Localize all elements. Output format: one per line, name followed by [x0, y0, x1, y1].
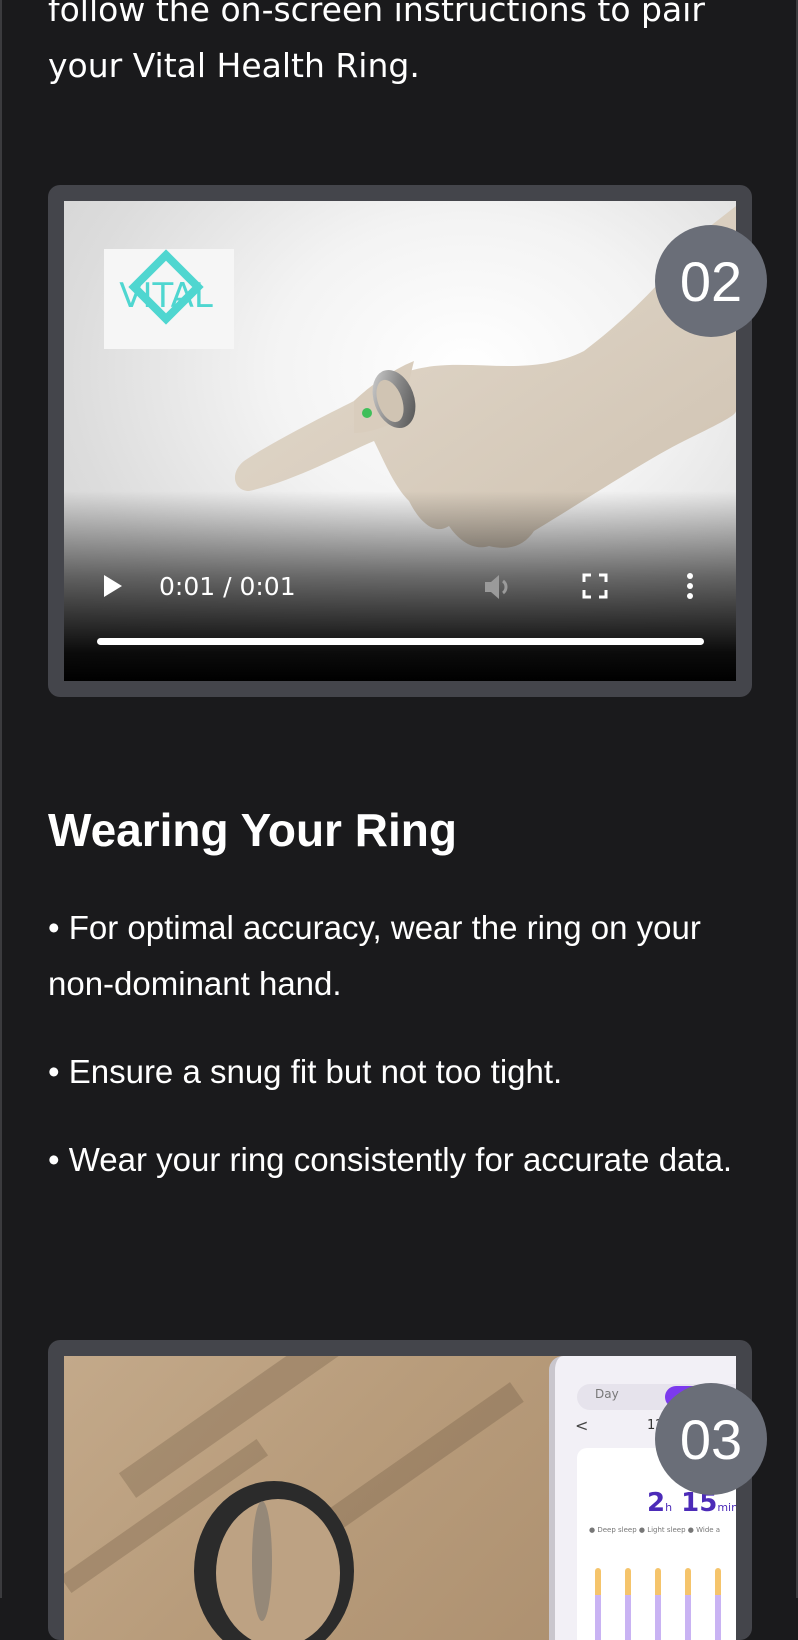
sleep-legend: ● Deep sleep ● Light sleep ● Wide a	[589, 1526, 721, 1534]
tip-item: • Ensure a snug fit but not too tight.	[48, 1053, 563, 1090]
vital-logo-text: VITAL	[119, 276, 213, 316]
more-options-icon[interactable]	[684, 571, 696, 601]
frame-border-left	[0, 0, 2, 1598]
step-number-badge: 03	[655, 1383, 767, 1495]
tab-day: Day	[595, 1387, 619, 1401]
sleep-bar	[685, 1568, 691, 1640]
sleep-hours: 2	[647, 1488, 666, 1518]
tip-item: • For optimal accuracy, wear the ring on…	[48, 909, 701, 1002]
wearing-tips-list: • For optimal accuracy, wear the ring on…	[48, 900, 760, 1220]
step-number-badge: 02	[655, 225, 767, 337]
play-icon[interactable]	[102, 573, 124, 599]
fullscreen-icon[interactable]	[582, 573, 608, 599]
back-chevron-icon: <	[575, 1416, 589, 1435]
sleep-bar	[655, 1568, 661, 1640]
sleep-bar	[715, 1568, 721, 1640]
pairing-instructions-text: follow the on-screen instructions to pai…	[48, 0, 705, 85]
video-player[interactable]: Day < 12 2h 15min ● Deep sleep ● Light s…	[64, 1356, 736, 1640]
video-card-app: Day < 12 2h 15min ● Deep sleep ● Light s…	[48, 1340, 752, 1640]
sleep-bar	[625, 1568, 631, 1640]
volume-icon[interactable]	[482, 572, 514, 602]
sleep-hours-unit: h	[665, 1501, 673, 1514]
sleep-minutes-unit: min	[717, 1501, 736, 1514]
vital-logo: VITAL	[104, 249, 234, 349]
ring-product-image	[194, 1481, 354, 1640]
video-card-wearing: VITAL 0:01 / 0:01	[48, 185, 752, 697]
video-time-display: 0:01 / 0:01	[159, 572, 296, 601]
video-player[interactable]: VITAL 0:01 / 0:01	[64, 201, 736, 681]
video-progress-bar[interactable]	[97, 638, 704, 645]
tip-item: • Wear your ring consistently for accura…	[48, 1141, 733, 1178]
section-heading: Wearing Your Ring	[48, 804, 457, 856]
sleep-bar	[595, 1568, 601, 1640]
